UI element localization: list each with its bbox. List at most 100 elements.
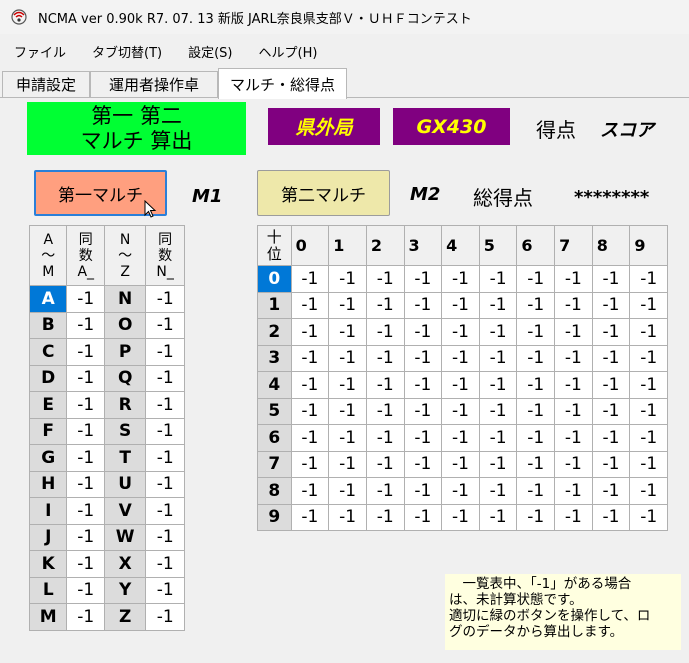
count-cell[interactable]: -1 xyxy=(328,291,367,319)
count-cell[interactable]: -1 xyxy=(403,371,443,399)
count-cell-right[interactable]: -1 xyxy=(145,391,185,419)
count-cell[interactable]: -1 xyxy=(591,344,631,372)
count-cell[interactable]: -1 xyxy=(516,291,556,319)
row-letter-right[interactable]: N xyxy=(103,285,147,313)
count-cell[interactable]: -1 xyxy=(328,424,367,452)
count-cell[interactable]: -1 xyxy=(629,318,668,346)
count-cell[interactable]: -1 xyxy=(554,397,593,425)
count-cell[interactable]: -1 xyxy=(516,397,556,425)
count-cell[interactable]: -1 xyxy=(516,503,556,531)
calc-multi-button[interactable]: 第一 第二 マルチ 算出 xyxy=(27,102,246,155)
count-cell[interactable]: -1 xyxy=(554,450,593,478)
count-cell[interactable]: -1 xyxy=(328,450,367,478)
row-letter-left[interactable]: A xyxy=(28,285,68,313)
row-letter-left[interactable]: C xyxy=(28,338,68,366)
count-cell[interactable]: -1 xyxy=(591,450,631,478)
row-letter-left[interactable]: J xyxy=(28,523,68,551)
count-cell[interactable]: -1 xyxy=(403,424,443,452)
count-cell-left[interactable]: -1 xyxy=(66,576,105,604)
menu-help[interactable]: ヘルプ(H) xyxy=(259,42,318,61)
count-cell[interactable]: -1 xyxy=(365,397,405,425)
count-cell[interactable]: -1 xyxy=(516,344,556,372)
count-cell[interactable]: -1 xyxy=(591,477,631,505)
count-cell[interactable]: -1 xyxy=(478,291,518,319)
count-cell[interactable]: -1 xyxy=(365,291,405,319)
count-cell[interactable]: -1 xyxy=(441,450,480,478)
count-cell-right[interactable]: -1 xyxy=(145,523,185,551)
count-cell[interactable]: -1 xyxy=(629,424,668,452)
tens-row-header[interactable]: 0 xyxy=(257,265,292,293)
count-cell[interactable]: -1 xyxy=(516,318,556,346)
count-cell[interactable]: -1 xyxy=(629,344,668,372)
count-cell[interactable]: -1 xyxy=(403,265,443,293)
count-cell[interactable]: -1 xyxy=(478,397,518,425)
count-cell[interactable]: -1 xyxy=(554,344,593,372)
row-letter-left[interactable]: H xyxy=(28,470,68,498)
count-cell[interactable]: -1 xyxy=(478,344,518,372)
tens-row-header[interactable]: 7 xyxy=(257,450,292,478)
count-cell[interactable]: -1 xyxy=(441,503,480,531)
count-cell[interactable]: -1 xyxy=(365,503,405,531)
tab-multi-total[interactable]: マルチ・総得点 xyxy=(218,68,347,99)
count-cell[interactable]: -1 xyxy=(290,318,330,346)
count-cell[interactable]: -1 xyxy=(591,503,631,531)
count-cell-right[interactable]: -1 xyxy=(145,550,185,578)
count-cell[interactable]: -1 xyxy=(516,265,556,293)
count-cell-left[interactable]: -1 xyxy=(66,391,105,419)
tens-row-header[interactable]: 2 xyxy=(257,318,292,346)
tens-row-header[interactable]: 4 xyxy=(257,371,292,399)
tens-row-header[interactable]: 1 xyxy=(257,291,292,319)
count-cell[interactable]: -1 xyxy=(403,503,443,531)
count-cell[interactable]: -1 xyxy=(478,503,518,531)
count-cell[interactable]: -1 xyxy=(403,318,443,346)
count-cell[interactable]: -1 xyxy=(554,424,593,452)
count-cell[interactable]: -1 xyxy=(290,424,330,452)
count-cell[interactable]: -1 xyxy=(328,371,367,399)
count-cell[interactable]: -1 xyxy=(478,371,518,399)
count-cell[interactable]: -1 xyxy=(591,318,631,346)
count-cell-left[interactable]: -1 xyxy=(66,523,105,551)
count-cell[interactable]: -1 xyxy=(478,477,518,505)
row-letter-left[interactable]: L xyxy=(28,576,68,604)
count-cell-right[interactable]: -1 xyxy=(145,364,185,392)
count-cell[interactable]: -1 xyxy=(591,265,631,293)
row-letter-left[interactable]: M xyxy=(28,603,68,631)
count-cell[interactable]: -1 xyxy=(365,424,405,452)
count-cell[interactable]: -1 xyxy=(591,397,631,425)
row-letter-left[interactable]: D xyxy=(28,364,68,392)
row-letter-right[interactable]: P xyxy=(103,338,147,366)
menu-tab-switch[interactable]: タブ切替(T) xyxy=(92,42,162,61)
count-cell[interactable]: -1 xyxy=(554,503,593,531)
count-cell[interactable]: -1 xyxy=(591,424,631,452)
count-cell[interactable]: -1 xyxy=(478,265,518,293)
count-cell[interactable]: -1 xyxy=(328,397,367,425)
count-cell-left[interactable]: -1 xyxy=(66,311,105,339)
count-cell[interactable]: -1 xyxy=(629,450,668,478)
count-cell[interactable]: -1 xyxy=(516,371,556,399)
count-cell[interactable]: -1 xyxy=(629,265,668,293)
count-cell[interactable]: -1 xyxy=(441,318,480,346)
count-cell[interactable]: -1 xyxy=(516,477,556,505)
row-letter-right[interactable]: Y xyxy=(103,576,147,604)
count-cell[interactable]: -1 xyxy=(290,265,330,293)
count-cell[interactable]: -1 xyxy=(290,371,330,399)
count-cell[interactable]: -1 xyxy=(516,450,556,478)
row-letter-right[interactable]: X xyxy=(103,550,147,578)
tab-operator-console[interactable]: 運用者操作卓 xyxy=(90,71,218,97)
count-cell-right[interactable]: -1 xyxy=(145,285,185,313)
count-cell-right[interactable]: -1 xyxy=(145,603,185,631)
count-cell[interactable]: -1 xyxy=(290,344,330,372)
row-letter-left[interactable]: I xyxy=(28,497,68,525)
count-cell[interactable]: -1 xyxy=(629,397,668,425)
count-cell-left[interactable]: -1 xyxy=(66,550,105,578)
count-cell[interactable]: -1 xyxy=(365,344,405,372)
count-cell[interactable]: -1 xyxy=(478,450,518,478)
menu-file[interactable]: ファイル xyxy=(14,42,66,61)
count-cell[interactable]: -1 xyxy=(441,344,480,372)
count-cell-left[interactable]: -1 xyxy=(66,603,105,631)
count-cell[interactable]: -1 xyxy=(629,371,668,399)
count-cell[interactable]: -1 xyxy=(328,344,367,372)
count-cell-left[interactable]: -1 xyxy=(66,364,105,392)
count-cell[interactable]: -1 xyxy=(516,424,556,452)
count-cell-right[interactable]: -1 xyxy=(145,311,185,339)
